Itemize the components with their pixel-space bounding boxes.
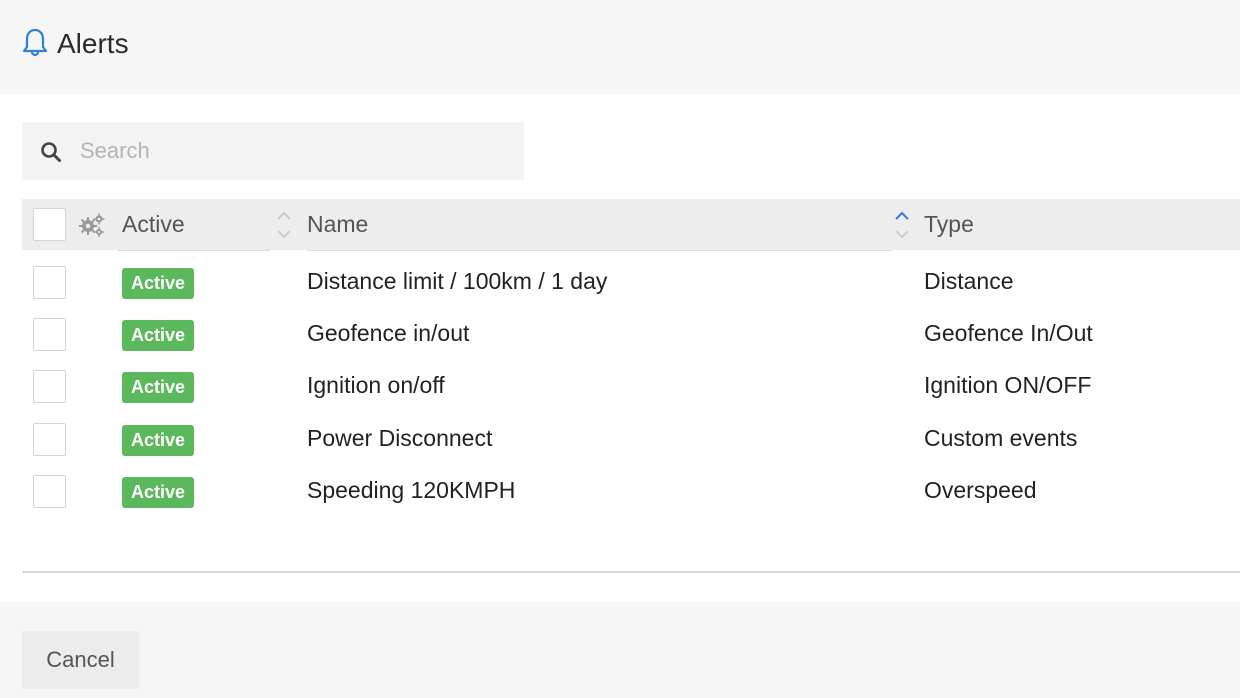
alert-type: Ignition ON/OFF [924,372,1092,398]
bell-icon [22,28,48,57]
row-checkbox[interactable] [33,266,66,299]
status-badge: Active [122,425,194,456]
page-title: Alerts [57,28,129,59]
table-row[interactable]: Active Distance limit / 100km / 1 day Di… [22,264,1240,316]
row-checkbox[interactable] [33,475,66,508]
sort-icon[interactable] [275,206,293,242]
status-badge: Active [122,372,194,403]
table-row[interactable]: Active Ignition on/off Ignition ON/OFF [22,368,1240,420]
alert-name[interactable]: Power Disconnect [307,424,492,452]
select-all-checkbox[interactable] [33,208,66,241]
search-icon [41,142,61,162]
alert-name[interactable]: Ignition on/off [307,371,445,399]
table-row[interactable]: Active Power Disconnect Custom events [22,421,1240,473]
alert-name[interactable]: Distance limit / 100km / 1 day [307,267,607,295]
dialog-footer: Cancel [0,602,1240,698]
row-checkbox[interactable] [33,423,66,456]
column-header-type[interactable]: Type [924,211,974,238]
alert-name[interactable]: Geofence in/out [307,319,469,347]
column-header-name[interactable]: Name [307,211,368,238]
status-badge: Active [122,320,194,351]
table-row[interactable]: Active Speeding 120KMPH Overspeed [22,473,1240,525]
column-header-active[interactable]: Active [122,211,185,238]
header-divider [307,250,892,251]
cancel-button[interactable]: Cancel [22,631,139,689]
alert-type: Geofence In/Out [924,320,1093,346]
alert-name[interactable]: Speeding 120KMPH [307,476,515,504]
table-row[interactable]: Active Geofence in/out Geofence In/Out [22,316,1240,368]
status-badge: Active [122,268,194,299]
search-input[interactable] [80,132,510,170]
alert-type: Distance [924,268,1014,294]
gears-icon[interactable] [79,213,105,237]
search-box[interactable] [22,122,524,180]
table-header: Active Name Type [22,199,1240,251]
sort-ascending-icon[interactable] [893,206,911,242]
alert-type: Overspeed [924,477,1037,503]
header-divider [118,250,270,251]
table-divider [22,571,1240,573]
dialog-header: Alerts [0,0,1240,94]
row-checkbox[interactable] [33,370,66,403]
row-checkbox[interactable] [33,318,66,351]
status-badge: Active [122,477,194,508]
alert-type: Custom events [924,425,1078,451]
